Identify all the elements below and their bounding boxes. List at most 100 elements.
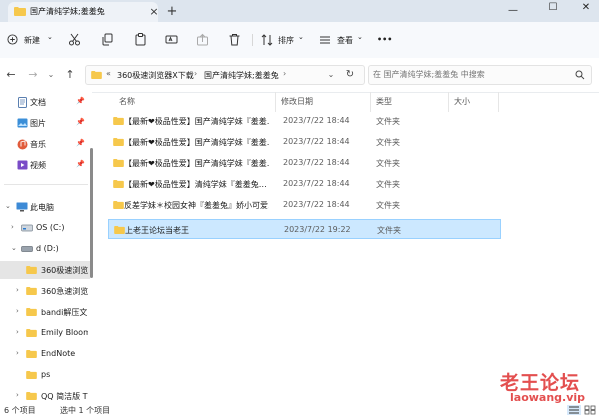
chevron-down-icon[interactable]: ⌄: [11, 244, 17, 252]
nav-label: QQ 简洁版 T: [41, 392, 88, 401]
up-arrow-icon[interactable]: ↑: [64, 68, 76, 81]
nav-label: ps: [41, 370, 51, 379]
folder-icon: [113, 180, 124, 188]
active-tab[interactable]: 国产清纯学妹;羞羞兔 ×: [8, 2, 160, 22]
more-options-icon[interactable]: •••: [377, 35, 392, 44]
folder-icon: [26, 371, 37, 379]
details-view-icon[interactable]: [567, 405, 581, 415]
nav-folder-item[interactable]: › QQ 简洁版 T: [0, 387, 90, 405]
sort-button[interactable]: 排序 ⌄: [261, 32, 309, 48]
table-row[interactable]: 【最新❤极品性爱】国产清纯学妹『羞羞… 2023/7/22 18:44 文件夹: [108, 112, 501, 130]
column-header-date[interactable]: 修改日期: [281, 96, 313, 107]
tiles-view-icon[interactable]: [584, 405, 596, 415]
breadcrumb-separator[interactable]: ›: [283, 69, 286, 78]
pin-icon: 📌: [76, 97, 85, 105]
pin-icon: 📌: [76, 118, 85, 126]
column-separator[interactable]: [370, 92, 371, 112]
column-separator[interactable]: [448, 92, 449, 112]
nav-folder-item[interactable]: ps: [0, 366, 90, 384]
nav-folder-item[interactable]: › Emily Bloom: [0, 324, 90, 342]
chevron-down-icon[interactable]: ⌄: [5, 202, 11, 210]
nav-item-documents[interactable]: 文档 📌: [0, 93, 90, 111]
plus-circle-icon: [7, 34, 18, 45]
folder-icon: [113, 138, 124, 146]
view-label: 查看: [337, 36, 353, 45]
sort-icon: [261, 34, 273, 46]
videos-icon: [17, 160, 28, 170]
maximize-button[interactable]: ☐: [540, 1, 566, 13]
nav-item-drive-d[interactable]: ⌄ d (D:): [0, 240, 90, 258]
chevron-down-icon: ⌄: [298, 33, 304, 41]
chevron-right-icon[interactable]: ›: [16, 328, 19, 336]
search-icon[interactable]: [575, 70, 585, 80]
share-icon[interactable]: [196, 33, 209, 46]
nav-item-videos[interactable]: 视频 📌: [0, 156, 90, 174]
nav-folder-item[interactable]: › 360急速浏览: [0, 282, 90, 300]
file-date: 2023/7/22 18:44: [283, 200, 350, 209]
column-separator[interactable]: [275, 92, 276, 112]
chevron-right-icon[interactable]: ›: [16, 307, 19, 315]
paste-icon[interactable]: [134, 33, 147, 46]
copy-icon[interactable]: [101, 33, 114, 46]
new-button-label: 新建: [24, 36, 40, 45]
nav-item-drive-c[interactable]: › OS (C:): [0, 219, 90, 237]
column-separator[interactable]: [498, 92, 499, 112]
file-type: 文件夹: [376, 159, 400, 168]
file-name: 【最新❤极品性爱】国产清纯学妹『羞羞…: [124, 138, 269, 147]
column-header-size[interactable]: 大小: [454, 96, 470, 107]
folder-icon: [113, 201, 124, 209]
file-name: 【最新❤极品性爱】清纯学妹『羞羞兔…: [124, 180, 267, 189]
chevron-right-icon[interactable]: ›: [16, 349, 19, 357]
nav-item-music[interactable]: 音乐 📌: [0, 135, 90, 153]
folder-icon: [113, 159, 124, 167]
table-row-selected[interactable]: 上老王论坛当老王 2023/7/22 19:22 文件夹: [108, 219, 501, 239]
minimize-button[interactable]: —: [500, 4, 526, 16]
refresh-icon[interactable]: ↻: [344, 67, 356, 81]
delete-icon[interactable]: [228, 33, 241, 46]
pictures-icon: [17, 118, 28, 128]
file-type: 文件夹: [376, 138, 400, 147]
new-button[interactable]: 新建 ⌄: [4, 32, 54, 48]
column-header-type[interactable]: 类型: [376, 96, 392, 107]
breadcrumb-item[interactable]: 360极速浏览器X下载: [117, 70, 194, 81]
nav-label: 图片: [30, 119, 46, 128]
chevron-right-icon[interactable]: ›: [11, 223, 14, 231]
recent-chevron-icon[interactable]: ⌄: [46, 68, 56, 80]
view-button[interactable]: 查看 ⌄: [319, 32, 371, 48]
rename-icon[interactable]: [165, 33, 178, 46]
close-window-button[interactable]: ✕: [573, 1, 599, 13]
nav-folder-item[interactable]: 360极速浏览: [0, 261, 90, 279]
breadcrumb-overflow[interactable]: «: [106, 69, 111, 78]
cut-icon[interactable]: [68, 33, 81, 46]
watermark-url: laowang.vip: [510, 391, 586, 404]
nav-label: d (D:): [36, 244, 59, 253]
column-header-name[interactable]: 名称: [119, 96, 135, 107]
back-arrow-icon[interactable]: ←: [5, 68, 17, 81]
folder-icon: [26, 350, 37, 358]
new-tab-button[interactable]: +: [165, 3, 179, 19]
search-input[interactable]: [373, 68, 573, 80]
table-row[interactable]: 【最新❤极品性爱】国产清纯学妹『羞羞… 2023/7/22 18:44 文件夹: [108, 154, 501, 172]
address-bar[interactable]: « 360极速浏览器X下载 › 国产清纯学妹;羞羞兔 › ⌄ ↻: [85, 65, 365, 85]
chevron-right-icon[interactable]: ›: [16, 391, 19, 399]
file-type: 文件夹: [376, 201, 400, 210]
breadcrumb-item[interactable]: 国产清纯学妹;羞羞兔: [204, 70, 279, 81]
nav-item-pictures[interactable]: 图片 📌: [0, 114, 90, 132]
file-name: 上老王论坛当老王: [125, 226, 189, 235]
address-dropdown-icon[interactable]: ⌄: [326, 68, 336, 80]
breadcrumb-separator[interactable]: ›: [194, 69, 197, 78]
file-date: 2023/7/22 19:22: [284, 225, 351, 234]
table-row[interactable]: 【最新❤极品性爱】清纯学妹『羞羞兔… 2023/7/22 18:44 文件夹: [108, 175, 501, 193]
nav-folder-item[interactable]: › EndNote: [0, 345, 90, 363]
nav-folder-item[interactable]: › bandi解压文: [0, 303, 90, 321]
table-row[interactable]: 反差学妹＊校园女神『羞羞兔』娇小可爱… 2023/7/22 18:44 文件夹: [108, 196, 501, 214]
status-bar: 6 个项目 选中 1 个项目: [0, 404, 599, 416]
nav-scrollbar[interactable]: [90, 148, 93, 278]
nav-item-this-pc[interactable]: ⌄ 此电脑: [0, 198, 90, 216]
table-row[interactable]: 【最新❤极品性爱】国产清纯学妹『羞羞… 2023/7/22 18:44 文件夹: [108, 133, 501, 151]
search-box[interactable]: [368, 65, 592, 85]
drive-icon: [21, 224, 33, 232]
chevron-right-icon[interactable]: ›: [16, 286, 19, 294]
close-tab-icon[interactable]: ×: [148, 4, 160, 18]
forward-arrow-icon[interactable]: →: [27, 68, 39, 81]
